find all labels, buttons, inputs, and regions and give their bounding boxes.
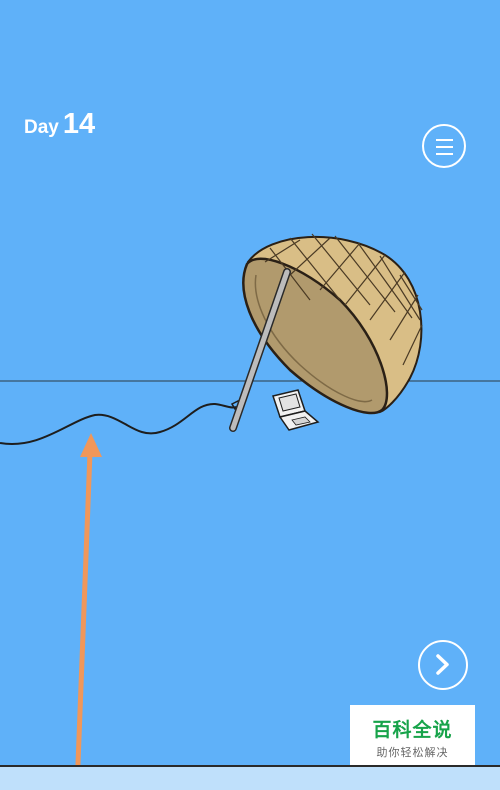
fishing-line bbox=[0, 402, 241, 446]
game-console-bait bbox=[272, 389, 320, 431]
day-label: Day bbox=[24, 117, 59, 138]
hint-arrow bbox=[74, 433, 102, 790]
menu-button[interactable] bbox=[422, 124, 466, 168]
watermark-logo: 百科全说 助你轻松解决 bbox=[350, 705, 475, 765]
chevron-right-icon bbox=[436, 654, 449, 675]
watermark-title: 百科全说 bbox=[372, 719, 453, 741]
day-counter: Day 14 bbox=[24, 108, 95, 141]
game-scene: Day 14 百科全说 助你轻松解决 bbox=[0, 0, 500, 790]
watermark-subtitle: 助你轻松解决 bbox=[376, 746, 449, 759]
ground-strip bbox=[0, 765, 500, 790]
day-number: 14 bbox=[62, 108, 96, 140]
next-button[interactable] bbox=[418, 640, 468, 690]
basket-trap bbox=[229, 233, 423, 432]
